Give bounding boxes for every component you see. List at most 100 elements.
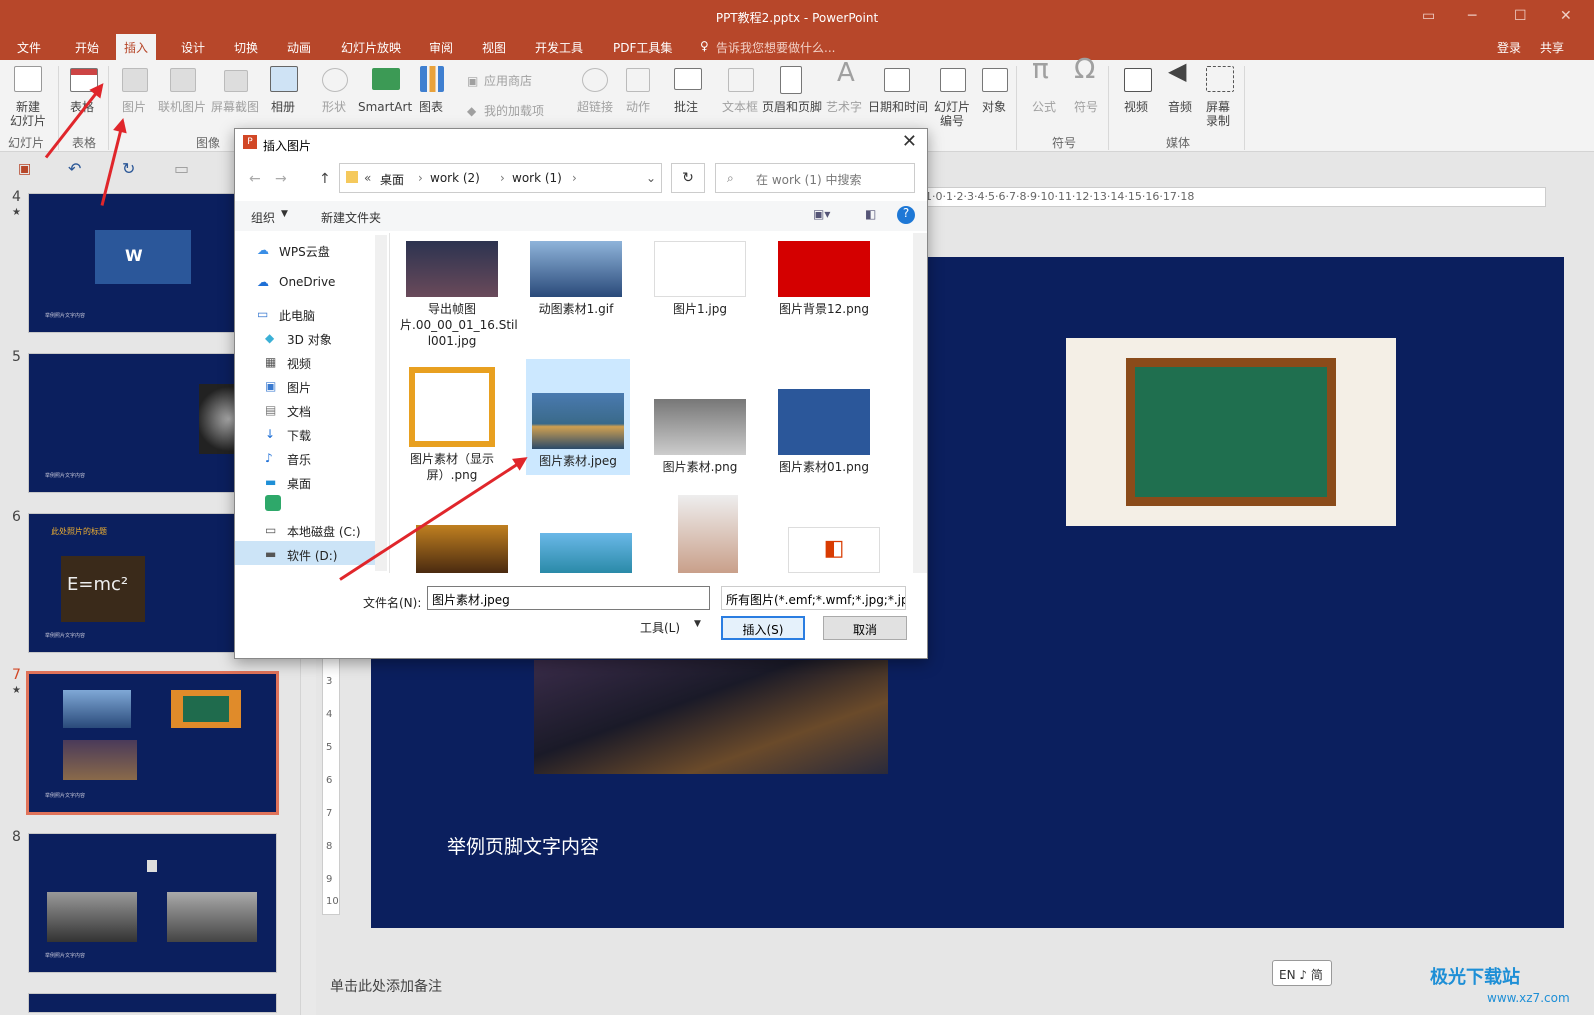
slide-thumbnail-9[interactable] (28, 993, 277, 1013)
nav-item-documents[interactable]: 文档 (287, 403, 311, 420)
equation-button[interactable]: 公式 (1032, 100, 1056, 114)
minimize-icon[interactable]: ─ (1468, 8, 1476, 24)
refresh-icon[interactable]: ↻ (671, 163, 705, 193)
online-picture-button[interactable]: 联机图片 (158, 100, 206, 114)
tab-slideshow[interactable]: 幻灯片放映 (341, 39, 401, 56)
tab-developer[interactable]: 开发工具 (535, 39, 583, 56)
store-button[interactable]: 应用商店 (484, 74, 532, 88)
screenshot-button[interactable]: 屏幕截图 (211, 100, 259, 114)
smartart-button[interactable]: SmartArt (358, 100, 412, 114)
login-link[interactable]: 登录 (1497, 39, 1521, 56)
chevron-down-icon[interactable]: ▼ (694, 619, 701, 629)
file-item[interactable]: 图片背景12.png (772, 241, 876, 317)
file-item[interactable]: 图片素材（显示屏）.png (400, 367, 504, 483)
screen-record-button[interactable]: 屏幕 录制 (1206, 100, 1230, 128)
file-item[interactable]: 图片素材01.png (772, 389, 876, 475)
slide-number-button[interactable]: 幻灯片 编号 (934, 100, 970, 128)
nav-item-onedrive[interactable]: OneDrive (279, 275, 335, 289)
hyperlink-button[interactable]: 超链接 (577, 100, 613, 114)
city-night-image[interactable] (534, 660, 888, 774)
action-button[interactable]: 动作 (626, 100, 650, 114)
nav-item-3d-objects[interactable]: 3D 对象 (287, 331, 332, 348)
organize-button[interactable]: 组织 (251, 209, 275, 226)
textbox-button[interactable]: 文本框 (722, 100, 758, 114)
forward-arrow-icon[interactable]: → (275, 171, 287, 187)
breadcrumb-work1[interactable]: work (1) (512, 171, 562, 185)
file-item[interactable]: 导出帧图片.00_00_01_16.Stil l001.jpg (400, 241, 518, 349)
datetime-button[interactable]: 日期和时间 (868, 100, 928, 114)
comment-button[interactable]: 批注 (674, 100, 698, 114)
picture-button[interactable]: 图片 (122, 100, 146, 114)
new-slide-button[interactable]: 新建 幻灯片 (6, 100, 50, 128)
address-bar[interactable]: « 桌面 › work (2) › work (1) › ⌄ (339, 163, 662, 193)
file-item[interactable]: 图片素材.png (648, 399, 752, 475)
share-button[interactable]: 共享 (1540, 39, 1564, 56)
nav-item-downloads[interactable]: 下载 (287, 427, 311, 444)
album-button[interactable]: 相册 (271, 100, 295, 114)
search-input[interactable]: 在 work (1) 中搜索 (715, 163, 915, 193)
maximize-icon[interactable]: ☐ (1514, 8, 1527, 24)
nav-item-drive-d[interactable]: 软件 (D:) (287, 547, 337, 564)
breadcrumb-overflow-icon[interactable]: « (364, 171, 371, 185)
help-icon[interactable]: ? (897, 206, 915, 224)
nav-item-this-pc[interactable]: 此电脑 (279, 307, 315, 324)
my-addins-button[interactable]: 我的加载项 (484, 104, 544, 118)
view-options-icon[interactable]: ▣▾ (813, 207, 830, 221)
nav-item-wps-cloud[interactable]: WPS云盘 (279, 243, 330, 260)
file-list-scrollbar[interactable] (913, 233, 927, 573)
header-footer-button[interactable]: 页眉和页脚 (762, 100, 822, 114)
save-icon[interactable]: ▣ (18, 161, 31, 177)
nav-item-videos[interactable]: 视频 (287, 355, 311, 372)
file-thumbnail[interactable] (416, 525, 508, 573)
redo-icon[interactable]: ↻ (122, 159, 135, 178)
video-button[interactable]: 视频 (1124, 100, 1148, 114)
office-logo-icon[interactable]: ◧ (788, 527, 880, 573)
tab-insert[interactable]: 插入 (116, 34, 157, 61)
breadcrumb-desktop[interactable]: 桌面 (380, 171, 404, 188)
undo-icon[interactable]: ↶ (68, 159, 81, 178)
tab-file[interactable]: 文件 (17, 39, 41, 56)
app-icon[interactable] (265, 495, 281, 511)
nav-item-drive-c[interactable]: 本地磁盘 (C:) (287, 523, 361, 540)
file-thumbnail[interactable] (678, 495, 738, 573)
nav-item-pictures[interactable]: 图片 (287, 379, 311, 396)
chalkboard-frame-image[interactable] (1066, 338, 1396, 526)
tab-home[interactable]: 开始 (75, 39, 99, 56)
file-item[interactable]: 动图素材1.gif (524, 241, 628, 317)
tools-dropdown[interactable]: 工具(L) (640, 619, 680, 636)
chevron-down-icon[interactable]: ▼ (281, 209, 288, 219)
insert-button[interactable]: 插入(S) (721, 616, 805, 640)
wordart-button[interactable]: 艺术字 (826, 100, 862, 114)
filetype-select[interactable]: 所有图片(*.emf;*.wmf;*.jpg;*.jp (721, 586, 906, 610)
symbol-button[interactable]: 符号 (1074, 100, 1098, 114)
object-button[interactable]: 对象 (982, 100, 1006, 114)
file-item-selected[interactable]: 图片素材.jpeg (526, 359, 630, 475)
notes-placeholder[interactable]: 单击此处添加备注 (330, 976, 442, 996)
tab-pdf-tools[interactable]: PDF工具集 (613, 39, 672, 56)
slide-thumbnail-7[interactable]: 举例照片文字内容 (26, 671, 279, 815)
file-thumbnail[interactable] (540, 533, 632, 573)
nav-item-desktop[interactable]: 桌面 (287, 475, 311, 492)
shapes-button[interactable]: 形状 (322, 100, 346, 114)
filename-input[interactable]: 图片素材.jpeg (427, 586, 710, 610)
slide-footer-text[interactable]: 举例页脚文字内容 (447, 832, 599, 859)
tab-transitions[interactable]: 切换 (234, 39, 258, 56)
tab-review[interactable]: 审阅 (429, 39, 453, 56)
chevron-down-icon[interactable]: ⌄ (646, 171, 656, 185)
ribbon-display-icon[interactable]: ▭ (1422, 8, 1435, 24)
chart-button[interactable]: 图表 (419, 100, 443, 114)
tell-me-box[interactable]: 告诉我您想要做什么... (716, 39, 835, 56)
back-arrow-icon[interactable]: ← (249, 171, 261, 187)
preview-pane-icon[interactable]: ◧ (865, 207, 876, 221)
slide-thumbnail-8[interactable]: 举例照片文字内容 (28, 833, 277, 973)
tab-view[interactable]: 视图 (482, 39, 506, 56)
nav-scrollbar[interactable] (375, 235, 387, 571)
start-from-beginning-icon[interactable]: ▭ (174, 159, 189, 178)
file-item[interactable]: 图片1.jpg (648, 241, 752, 317)
close-icon[interactable]: ✕ (1560, 8, 1572, 24)
ime-indicator[interactable]: EN ♪ 简 (1272, 960, 1332, 986)
tab-animations[interactable]: 动画 (287, 39, 311, 56)
breadcrumb-work2[interactable]: work (2) (430, 171, 480, 185)
new-folder-button[interactable]: 新建文件夹 (321, 209, 381, 226)
cancel-button[interactable]: 取消 (823, 616, 907, 640)
